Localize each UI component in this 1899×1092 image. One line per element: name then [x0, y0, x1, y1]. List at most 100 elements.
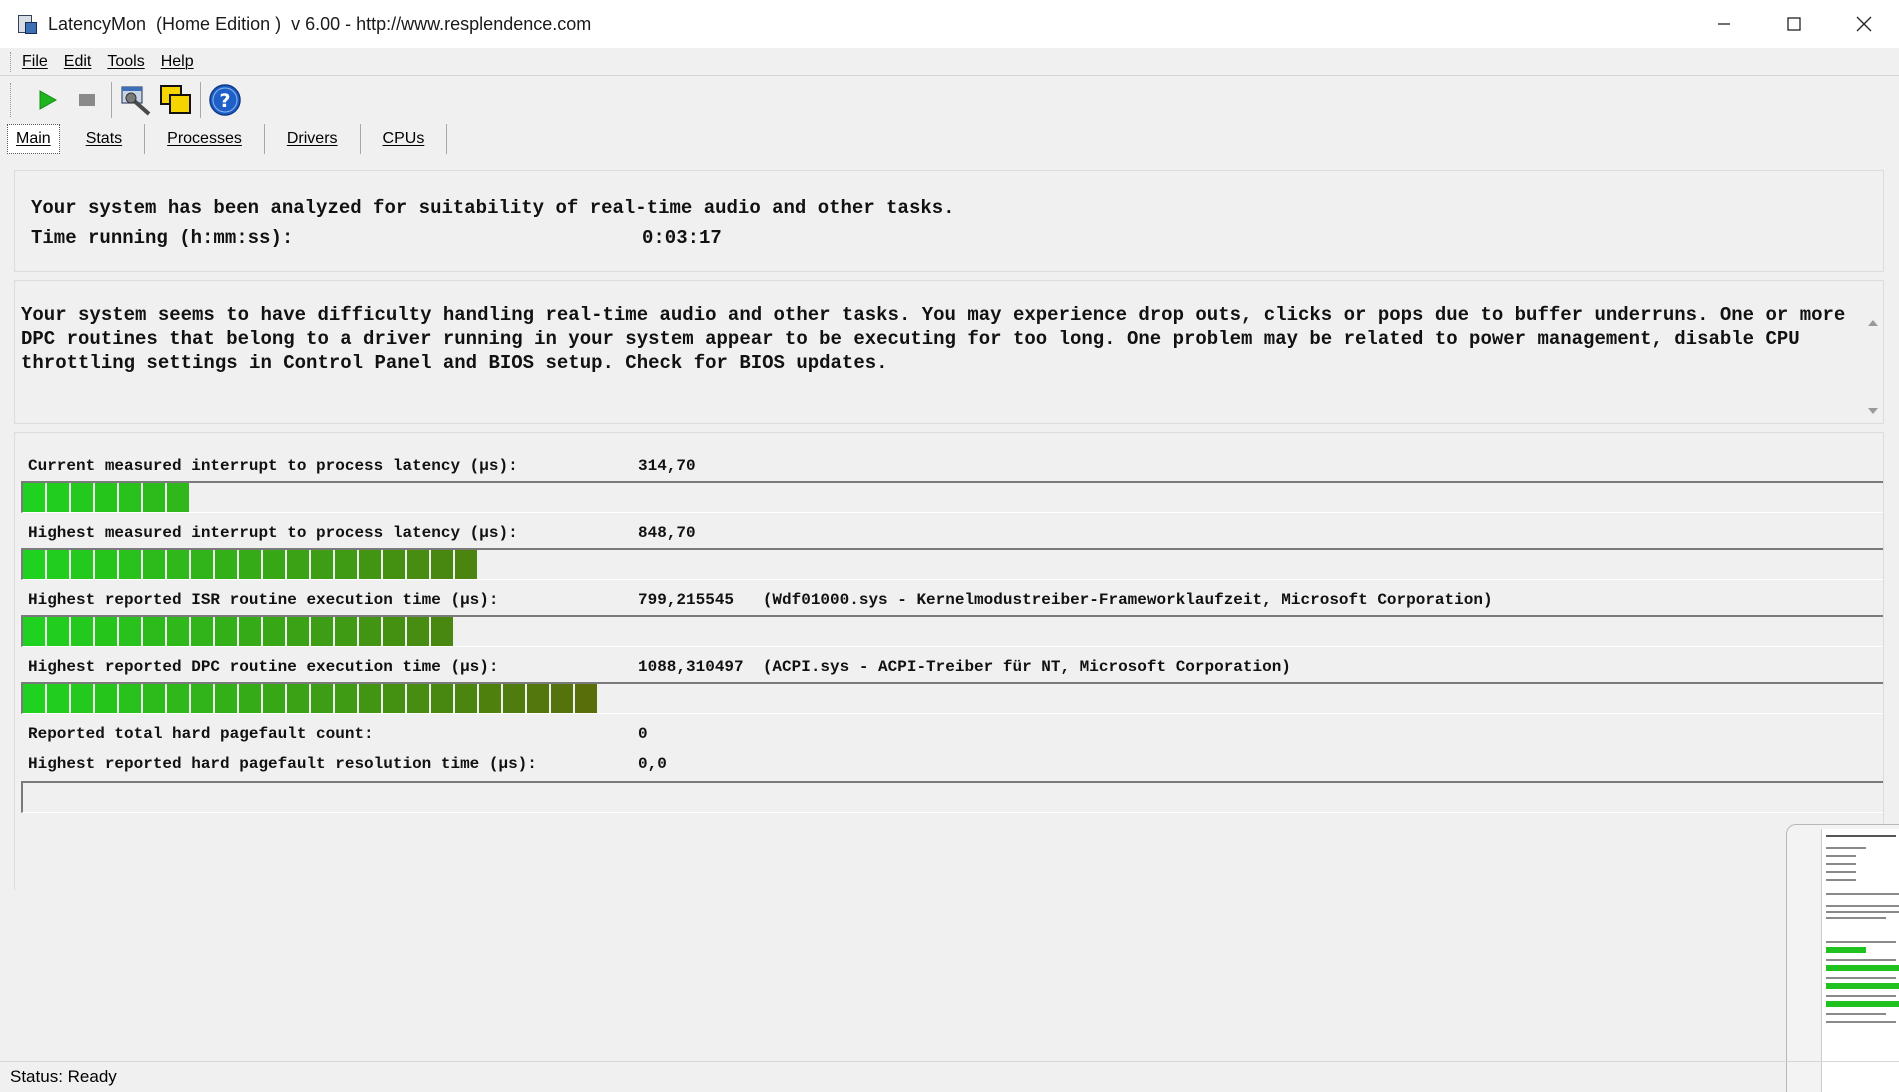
bar-segment [47, 550, 71, 579]
copy-windows-button[interactable] [156, 81, 196, 119]
bar-segment [287, 617, 311, 646]
bar-segment [455, 550, 479, 579]
toolbar-grip [10, 83, 13, 117]
toolbar-separator [200, 82, 201, 118]
tab-stats[interactable]: Stats [64, 124, 146, 154]
bar-segment [263, 684, 287, 713]
bar-segment [215, 550, 239, 579]
metric-value: 848,70 [638, 524, 696, 542]
bar-segment [287, 550, 311, 579]
scroll-down-icon[interactable] [1863, 401, 1883, 421]
latency-bar-highest [21, 548, 1883, 580]
pagefault-time-label: Highest reported hard pagefault resoluti… [28, 755, 537, 773]
options-button[interactable] [116, 81, 156, 119]
minimize-icon [1718, 23, 1730, 25]
bar-segment [119, 550, 143, 579]
bar-segment [47, 684, 71, 713]
bar-segment [455, 684, 479, 713]
bar-segment [359, 550, 383, 579]
bar-segment [311, 684, 335, 713]
bar-segment [23, 617, 47, 646]
bar-segment [359, 684, 383, 713]
menu-edit[interactable]: Edit [64, 53, 92, 71]
bar-segment [143, 684, 167, 713]
bar-segment [479, 684, 503, 713]
tab-main[interactable]: Main [7, 124, 60, 154]
bar-segment [191, 617, 215, 646]
toolbar: ? [0, 80, 245, 120]
bar-segment [239, 617, 263, 646]
bar-segment [263, 550, 287, 579]
bar-segment [119, 684, 143, 713]
bar-segment [23, 483, 47, 512]
bar-segment [503, 684, 527, 713]
copy-windows-icon [160, 85, 191, 114]
bar-segment [167, 684, 191, 713]
bar-segment [431, 550, 455, 579]
bar-segment [191, 550, 215, 579]
tab-cpus[interactable]: CPUs [361, 124, 448, 154]
bar-segment [167, 483, 191, 512]
bar-segment [575, 684, 599, 713]
bar-segment [335, 684, 359, 713]
bar-segment [47, 617, 71, 646]
metric-label: Highest reported DPC routine execution t… [28, 658, 499, 676]
pagefault-bar [21, 781, 1883, 813]
bar-fill [23, 483, 191, 512]
summary-panel: Your system has been analyzed for suitab… [14, 170, 1884, 272]
bar-segment [431, 684, 455, 713]
maximize-button[interactable] [1759, 0, 1829, 48]
time-running-value: 0:03:17 [642, 227, 722, 249]
bar-segment [47, 483, 71, 512]
bar-segment [407, 550, 431, 579]
dpc-bar [21, 682, 1883, 714]
menu-file[interactable]: File [22, 53, 48, 71]
bar-segment [167, 617, 191, 646]
bar-segment [143, 550, 167, 579]
minimize-button[interactable] [1689, 0, 1759, 48]
tab-processes[interactable]: Processes [145, 124, 265, 154]
menu-help[interactable]: Help [161, 53, 194, 71]
menu-tools[interactable]: Tools [107, 53, 144, 71]
maximize-icon [1787, 17, 1801, 31]
stop-button[interactable] [67, 81, 107, 119]
bar-segment [239, 550, 263, 579]
menu-grip [10, 51, 13, 72]
bar-segment [383, 617, 407, 646]
bar-segment [23, 550, 47, 579]
bar-segment [263, 617, 287, 646]
scroll-up-icon[interactable] [1863, 313, 1883, 333]
latency-bar-current [21, 481, 1883, 513]
status-bar: Status: Ready [0, 1061, 1899, 1092]
conclusion-text: Your system seems to have difficulty han… [21, 304, 1846, 374]
bar-segment [215, 684, 239, 713]
bar-segment [167, 550, 191, 579]
bar-fill [23, 684, 599, 713]
svg-text:?: ? [219, 90, 230, 112]
bar-segment [383, 684, 407, 713]
help-button[interactable]: ? [205, 81, 245, 119]
bar-segment [71, 617, 95, 646]
metric-label: Highest reported ISR routine execution t… [28, 591, 499, 609]
bar-segment [407, 684, 431, 713]
bar-segment [71, 550, 95, 579]
bar-segment [383, 550, 407, 579]
bar-segment [95, 684, 119, 713]
conclusion-scrollbar[interactable] [1863, 281, 1883, 423]
window-thumbnail-preview[interactable] [1786, 824, 1899, 1092]
start-button[interactable] [27, 81, 67, 119]
bar-segment [359, 617, 383, 646]
toolbar-separator [111, 82, 112, 118]
metric-label: Current measured interrupt to process la… [28, 457, 518, 475]
bar-segment [551, 684, 575, 713]
menu-bar: File Edit Tools Help [0, 48, 1899, 76]
bar-segment [431, 617, 455, 646]
close-button[interactable] [1829, 0, 1899, 48]
bar-segment [119, 617, 143, 646]
pagefault-count-value: 0 [638, 725, 648, 743]
tab-drivers[interactable]: Drivers [265, 124, 361, 154]
pagefault-time-value: 0,0 [638, 755, 667, 773]
bar-segment [311, 617, 335, 646]
bar-segment [143, 617, 167, 646]
bar-segment [71, 684, 95, 713]
